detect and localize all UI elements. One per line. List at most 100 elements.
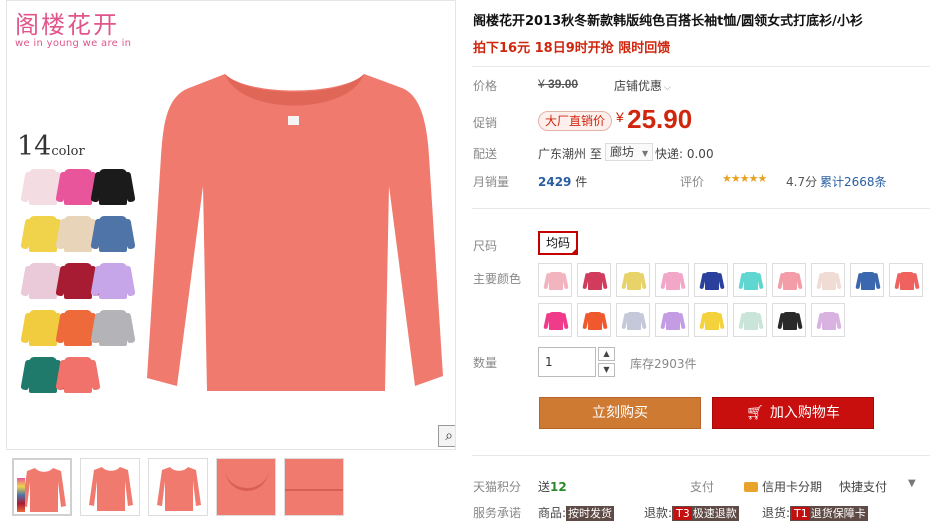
color-option[interactable]	[733, 263, 767, 297]
color-option[interactable]	[577, 263, 611, 297]
buy-now-button[interactable]: 立刻购买	[539, 397, 701, 429]
quantity-decrease-button[interactable]: ▼	[598, 363, 615, 377]
points-label: 天猫积分	[473, 480, 522, 494]
thumbnail-5[interactable]	[284, 458, 344, 516]
sales-label: 月销量	[473, 175, 510, 189]
stock-count: 库存2903件	[630, 357, 697, 371]
quick-pay[interactable]: 快捷支付	[839, 478, 887, 495]
review-count-link[interactable]: 累计2668条	[820, 173, 887, 190]
shipping-label: 配送	[473, 147, 498, 161]
color-count: 14color	[17, 131, 85, 162]
shirt-swatch-icon	[744, 272, 758, 290]
collage-shirt	[64, 169, 92, 205]
color-label: 主要颜色	[473, 272, 522, 286]
service-label: 服务承诺	[473, 506, 522, 520]
main-shirt-illustration	[147, 74, 443, 391]
shirt-swatch-icon	[588, 272, 602, 290]
color-option[interactable]	[889, 263, 923, 297]
collage-shirt	[99, 216, 127, 252]
brand-name: 阁楼花开	[15, 11, 119, 39]
color-option[interactable]	[811, 263, 845, 297]
shirt-swatch-icon	[822, 272, 836, 290]
product-info-panel: 阁楼花开2013秋冬新款韩版纯色百搭长袖t恤/圆领女式打底衫/小衫 拍下16元 …	[472, 0, 930, 530]
credit-installment[interactable]: 信用卡分期	[744, 478, 822, 495]
promo-label: 促销	[473, 116, 498, 130]
collage-shirt	[29, 263, 57, 299]
collage-shirt	[99, 169, 127, 205]
color-option[interactable]	[538, 263, 572, 297]
collage-shirt	[64, 216, 92, 252]
original-price: ¥ 39.00	[538, 77, 579, 91]
promo-subtitle: 拍下16元 18日9时开抢 限时回馈	[473, 41, 671, 56]
collage-shirt	[99, 263, 127, 299]
promo-badge: 大厂直销价	[538, 111, 613, 131]
cart-icon: 🛒︎	[746, 405, 764, 421]
size-option-onesize[interactable]: 均码	[538, 231, 578, 255]
color-option[interactable]	[772, 263, 806, 297]
collage-shirt	[64, 263, 92, 299]
shop-discount-dropdown[interactable]: 店铺优惠 ⌵	[614, 77, 671, 94]
credit-card-icon	[744, 482, 758, 492]
collage-shirt	[29, 216, 57, 252]
quantity-increase-button[interactable]: ▲	[598, 347, 615, 361]
color-option[interactable]	[616, 263, 650, 297]
star-rating-icon: ★★★★★	[722, 172, 767, 185]
promo-price: ¥ 25.90	[616, 104, 693, 134]
magnifier-icon[interactable]: ⌕	[438, 425, 455, 447]
product-title: 阁楼花开2013秋冬新款韩版纯色百搭长袖t恤/圆领女式打底衫/小衫	[473, 14, 863, 29]
shirt-swatch-icon	[744, 312, 758, 330]
color-option[interactable]	[811, 303, 845, 337]
brand-logo: 阁楼花开 we in young we are in	[15, 5, 131, 49]
color-option[interactable]	[577, 303, 611, 337]
ship-from: 广东潮州 至	[538, 147, 602, 161]
color-option[interactable]	[694, 303, 728, 337]
color-option[interactable]	[733, 303, 767, 337]
shirt-swatch-icon	[627, 272, 641, 290]
main-product-image[interactable]: 阁楼花开 we in young we are in 14color ⌕	[6, 0, 456, 450]
collage-shirt	[64, 310, 92, 346]
monthly-sales: 2429 件	[538, 175, 588, 189]
shirt-swatch-icon	[900, 272, 914, 290]
service-ship-on-time[interactable]: 商品: 按时发货	[538, 504, 615, 521]
shirt-swatch-icon	[666, 272, 680, 290]
thumbnail-2[interactable]	[80, 458, 140, 516]
divider	[472, 455, 930, 456]
service-return-guarantee[interactable]: 退货: T1 退货保障卡	[762, 504, 868, 521]
thumbnail-4[interactable]	[216, 458, 276, 516]
shirt-swatch-icon	[783, 312, 797, 330]
shipping-fee: 快递: 0.00	[655, 147, 714, 161]
brand-slogan: we in young we are in	[15, 38, 132, 49]
thumbnail-1[interactable]	[12, 458, 72, 516]
quantity-input[interactable]	[538, 347, 596, 377]
rating-label: 评价	[680, 175, 705, 189]
quantity-label: 数量	[473, 356, 498, 370]
shirt-swatch-icon	[666, 312, 680, 330]
shirt-swatch-icon	[705, 272, 719, 290]
color-option[interactable]	[616, 303, 650, 337]
shirt-swatch-icon	[705, 312, 719, 330]
shirt-swatch-icon	[588, 312, 602, 330]
collage-shirt	[29, 310, 57, 346]
color-option[interactable]	[538, 303, 572, 337]
color-option[interactable]	[850, 263, 884, 297]
shirt-swatch-icon	[549, 272, 563, 290]
chevron-down-icon[interactable]: ▼	[908, 478, 916, 489]
shirt-swatch-icon	[783, 272, 797, 290]
product-gallery: 阁楼花开 we in young we are in 14color ⌕	[0, 0, 462, 530]
color-option[interactable]	[655, 263, 689, 297]
color-option[interactable]	[655, 303, 689, 337]
shirt-swatch-icon	[627, 312, 641, 330]
shirt-swatch-icon	[861, 272, 875, 290]
thumbnail-3[interactable]	[148, 458, 208, 516]
add-to-cart-button[interactable]: 🛒︎ 加入购物车	[712, 397, 874, 429]
size-label: 尺码	[473, 239, 498, 253]
color-option[interactable]	[772, 303, 806, 337]
ship-destination-select[interactable]: 廊坊 ▼	[605, 143, 654, 161]
payment-label: 支付	[690, 480, 715, 494]
collage-shirt	[99, 310, 127, 346]
rating-score: 4.7分	[786, 175, 818, 189]
chevron-down-icon: ⌵	[664, 83, 671, 93]
collage-shirt	[29, 169, 57, 205]
service-fast-refund[interactable]: 退款: T3 极速退款	[644, 504, 739, 521]
color-option[interactable]	[694, 263, 728, 297]
